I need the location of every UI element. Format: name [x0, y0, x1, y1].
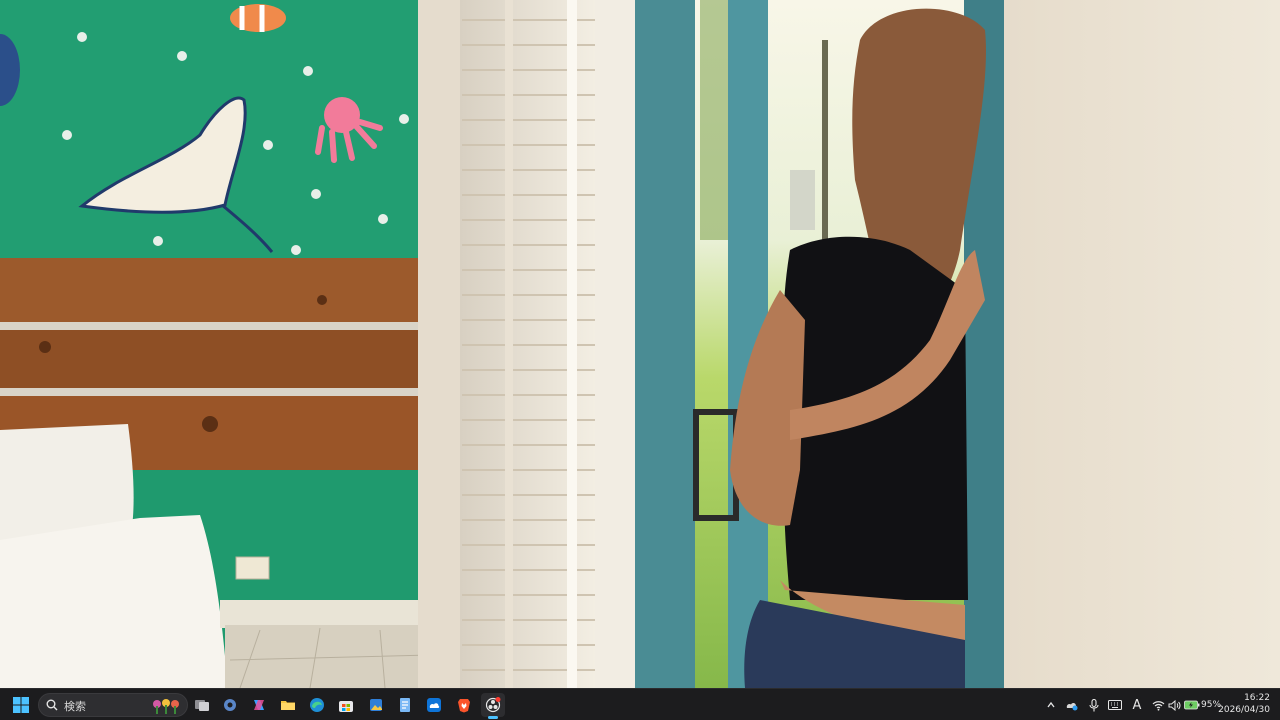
- edge-browser-icon: [310, 698, 324, 712]
- taskbar-app-settings[interactable]: [218, 693, 242, 717]
- onedrive-sync-icon: [1066, 702, 1078, 711]
- tray-volume[interactable]: [1166, 693, 1182, 717]
- taskbar-app-notepad[interactable]: [393, 693, 417, 717]
- taskbar: 検索 A 95% 16:22 2026/04/30: [0, 688, 1280, 720]
- notepad-icon: [400, 698, 410, 712]
- tray-microphone[interactable]: [1086, 693, 1102, 717]
- search-icon: [46, 699, 58, 711]
- onedrive-icon: [427, 698, 441, 712]
- photos-icon: [370, 699, 382, 711]
- taskbar-app-file-explorer[interactable]: [276, 693, 300, 717]
- show-hidden-icons-button[interactable]: [1043, 693, 1059, 717]
- taskbar-app-obs-studio[interactable]: [481, 693, 505, 719]
- active-app-indicator: [488, 716, 498, 719]
- copilot-icon: [254, 700, 264, 710]
- tray-wifi[interactable]: [1150, 693, 1166, 717]
- taskbar-app-photos[interactable]: [364, 693, 388, 717]
- file-explorer-icon: [281, 701, 295, 710]
- keyboard-icon: [1108, 700, 1122, 710]
- taskbar-search-box[interactable]: 検索: [38, 693, 188, 717]
- settings-icon: [224, 699, 236, 711]
- speaker-icon: [1168, 699, 1180, 711]
- wifi-icon: [1152, 700, 1164, 711]
- taskbar-app-store[interactable]: [334, 693, 358, 717]
- tray-onedrive[interactable]: [1063, 693, 1081, 717]
- task-view-icon: [195, 700, 209, 711]
- taskbar-app-copilot[interactable]: [247, 693, 271, 717]
- clock-time: 16:22: [1244, 693, 1270, 703]
- tray-ime-indicator[interactable]: A: [1128, 693, 1146, 717]
- desktop-wallpaper: [0, 0, 1280, 688]
- tray-touch-keyboard[interactable]: [1106, 693, 1124, 717]
- search-highlight-tulips-icon: [153, 699, 179, 714]
- taskbar-app-onedrive[interactable]: [422, 693, 446, 717]
- clock-date: 2026/04/30: [1218, 705, 1270, 715]
- tray-clock[interactable]: 16:22 2026/04/30: [1210, 692, 1270, 716]
- taskbar-app-task-view[interactable]: [190, 693, 214, 717]
- search-placeholder: 検索: [64, 700, 86, 713]
- taskbar-app-edge[interactable]: [305, 693, 329, 717]
- chevron-up-icon: [1047, 701, 1055, 708]
- taskbar-app-brave[interactable]: [452, 693, 476, 717]
- battery-charging-icon: [1184, 700, 1200, 710]
- wallpaper-photo: [0, 0, 1280, 688]
- brave-browser-icon: [458, 699, 470, 713]
- microphone-icon: [1089, 698, 1099, 711]
- windows-logo-icon: [13, 697, 29, 713]
- obs-studio-icon: [485, 697, 501, 713]
- microsoft-store-icon: [339, 701, 353, 712]
- start-button[interactable]: [9, 693, 33, 717]
